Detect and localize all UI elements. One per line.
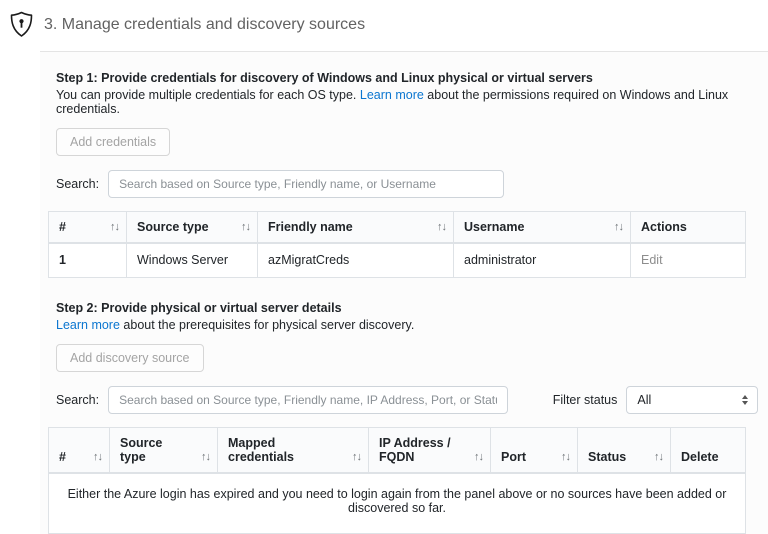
step2-desc-text-after: about the prerequisites for physical ser… — [120, 318, 414, 332]
edit-credentials-link[interactable]: Edit — [641, 253, 663, 267]
step1-desc-text-before: You can provide multiple credentials for… — [56, 88, 360, 102]
sort-icon: ↑↓ — [654, 451, 663, 463]
discovery-table-header-row: # ↑↓ Source type ↑↓ Mapped credentials ↑↓ I… — [49, 427, 746, 473]
step2-heading: Step 2: Provide physical or virtual serv… — [56, 301, 758, 315]
col-label: # — [59, 450, 66, 464]
step1-search-row: Search: — [56, 170, 758, 198]
discovery-empty-message: Either the Azure login has expired and y… — [49, 473, 746, 534]
discovery-col-source-type[interactable]: Source type ↑↓ — [110, 427, 218, 473]
discovery-table-empty-row: Either the Azure login has expired and y… — [49, 473, 746, 534]
col-label: Delete — [681, 450, 719, 464]
col-label: Source type — [120, 436, 162, 464]
add-credentials-button[interactable]: Add credentials — [56, 128, 170, 156]
col-label: # — [59, 220, 66, 234]
credentials-col-number[interactable]: # ↑↓ — [49, 212, 127, 244]
step1-search-input[interactable] — [108, 170, 504, 198]
filter-status-label: Filter status — [553, 393, 618, 407]
col-label: Port — [501, 450, 526, 464]
step2-description: Learn more about the prerequisites for p… — [56, 318, 758, 332]
cell-username: administrator — [454, 243, 631, 277]
sort-icon: ↑↓ — [474, 451, 483, 463]
credentials-table: # ↑↓ Source type ↑↓ Friendly name ↑↓ Userna… — [48, 211, 746, 278]
step2-section: Step 2: Provide physical or virtual serv… — [56, 301, 758, 414]
step2-learn-more-link[interactable]: Learn more — [56, 318, 120, 332]
discovery-col-port[interactable]: Port ↑↓ — [491, 427, 578, 473]
sort-icon: ↑↓ — [437, 221, 446, 233]
filter-status-value: All — [637, 393, 651, 407]
cell-source-type: Windows Server — [127, 243, 258, 277]
sort-icon: ↑↓ — [614, 221, 623, 233]
page-title: 3. Manage credentials and discovery sour… — [44, 16, 365, 34]
col-label: Username — [464, 220, 524, 234]
discovery-col-number[interactable]: # ↑↓ — [49, 427, 110, 473]
sort-icon: ↑↓ — [352, 451, 361, 463]
shield-credentials-icon — [9, 11, 34, 38]
col-label: Status — [588, 450, 626, 464]
credentials-col-friendly-name[interactable]: Friendly name ↑↓ — [258, 212, 454, 244]
credentials-col-actions: Actions — [631, 212, 746, 244]
cell-friendly-name: azMigratCreds — [258, 243, 454, 277]
col-label: IP Address / FQDN — [379, 436, 451, 464]
add-discovery-source-button[interactable]: Add discovery source — [56, 344, 204, 372]
credentials-col-username[interactable]: Username ↑↓ — [454, 212, 631, 244]
step2-search-label: Search: — [56, 393, 99, 407]
step1-learn-more-link[interactable]: Learn more — [360, 88, 424, 102]
sort-icon: ↑↓ — [93, 451, 102, 463]
select-updown-arrows-icon — [742, 395, 748, 405]
step2-search-row: Search: Filter status All — [56, 386, 758, 414]
credentials-table-row: 1 Windows Server azMigratCreds administr… — [49, 243, 746, 277]
sort-icon: ↑↓ — [110, 221, 119, 233]
discovery-col-delete: Delete — [671, 427, 746, 473]
manage-credentials-panel: Step 1: Provide credentials for discover… — [40, 52, 768, 534]
sort-icon: ↑↓ — [561, 451, 570, 463]
step1-section: Step 1: Provide credentials for discover… — [56, 71, 758, 198]
step1-description: You can provide multiple credentials for… — [56, 88, 758, 116]
cell-actions: Edit — [631, 243, 746, 277]
credentials-table-header-row: # ↑↓ Source type ↑↓ Friendly name ↑↓ Userna… — [49, 212, 746, 244]
cell-number: 1 — [49, 243, 127, 277]
section-header: 3. Manage credentials and discovery sour… — [0, 0, 768, 51]
discovery-col-mapped-credentials[interactable]: Mapped credentials ↑↓ — [218, 427, 369, 473]
col-label: Actions — [641, 220, 687, 234]
col-label: Mapped credentials — [228, 436, 294, 464]
col-label: Source type — [137, 220, 209, 234]
step1-search-label: Search: — [56, 177, 99, 191]
step2-search-input[interactable] — [108, 386, 508, 414]
step1-heading: Step 1: Provide credentials for discover… — [56, 71, 758, 85]
filter-status-select[interactable]: All — [626, 386, 758, 414]
discovery-col-ip-fqdn[interactable]: IP Address / FQDN ↑↓ — [369, 427, 491, 473]
sort-icon: ↑↓ — [241, 221, 250, 233]
discovery-col-status[interactable]: Status ↑↓ — [578, 427, 671, 473]
credentials-col-source-type[interactable]: Source type ↑↓ — [127, 212, 258, 244]
col-label: Friendly name — [268, 220, 353, 234]
discovery-sources-table: # ↑↓ Source type ↑↓ Mapped credentials ↑↓ I… — [48, 427, 746, 534]
sort-icon: ↑↓ — [201, 451, 210, 463]
